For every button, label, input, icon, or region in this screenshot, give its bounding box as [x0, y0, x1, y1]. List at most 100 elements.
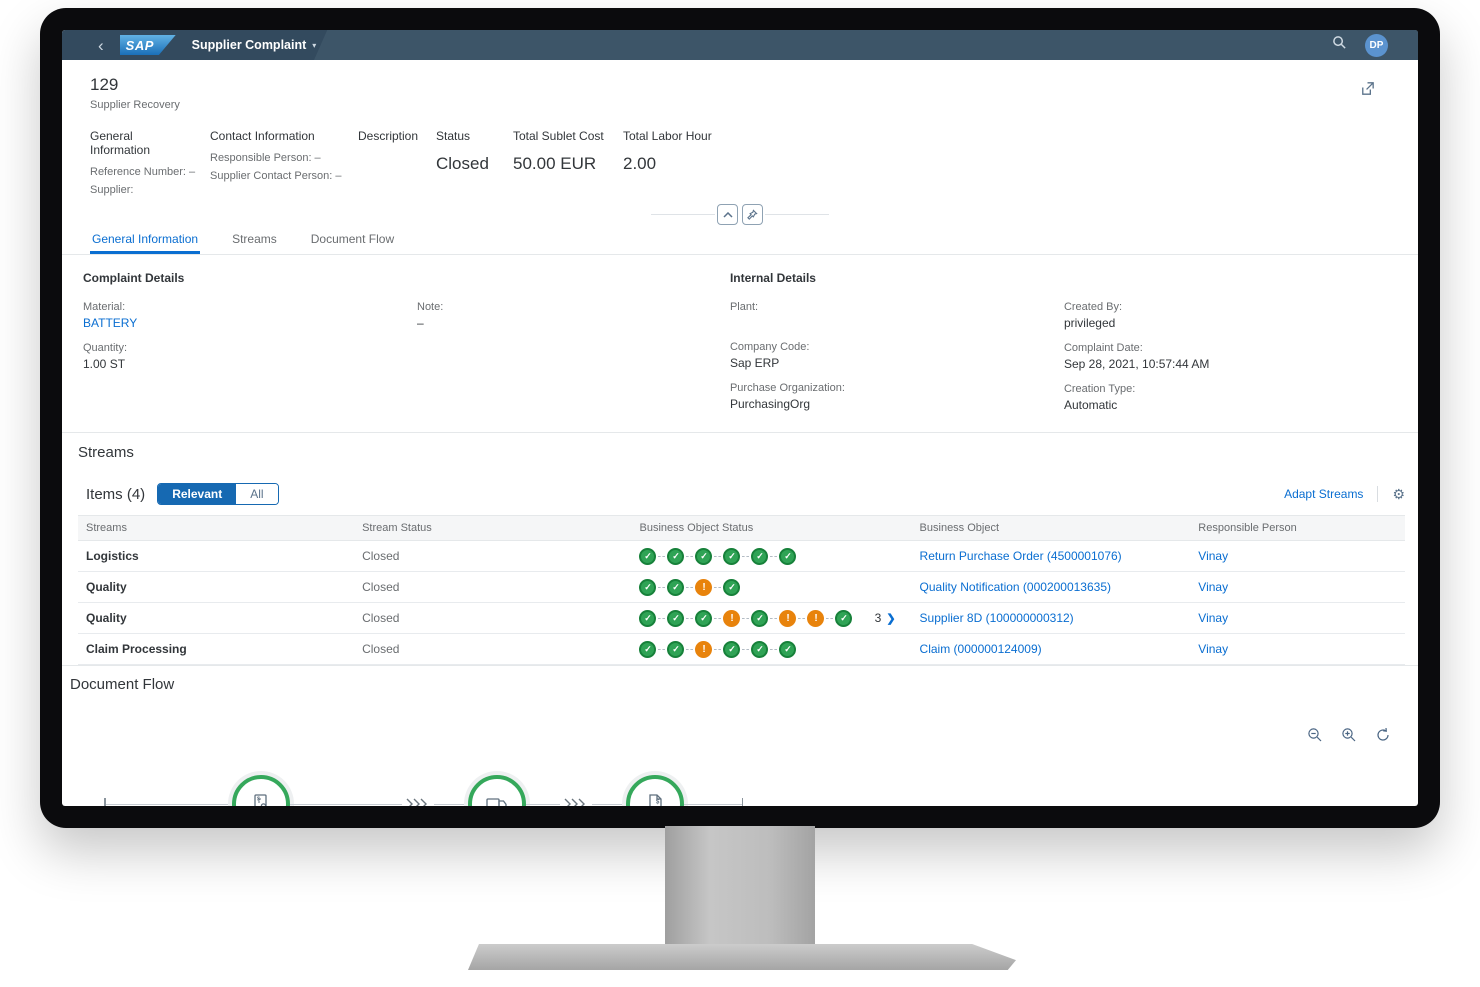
shell-bar: ‹ SAP Supplier Complaint ▾ DP — [62, 30, 1418, 60]
table-header-row: Streams Stream Status Business Object St… — [78, 516, 1405, 541]
chevron-right-icon[interactable]: ❯ — [886, 612, 895, 625]
zoom-in-icon[interactable] — [1341, 727, 1357, 746]
status-ok-icon[interactable]: ✓ — [723, 548, 740, 565]
business-object-link[interactable]: Claim (000000124009) — [920, 642, 1042, 656]
hidden-status-count: 3 — [875, 611, 882, 625]
tab-document-flow[interactable]: Document Flow — [309, 225, 396, 254]
column-header-stream-status[interactable]: Stream Status — [354, 516, 631, 541]
segment-all-button[interactable]: All — [236, 484, 277, 504]
status-ok-icon[interactable]: ✓ — [695, 548, 712, 565]
status-warning-icon[interactable]: ! — [695, 579, 712, 596]
pin-icon[interactable] — [742, 204, 763, 225]
status-ok-icon[interactable]: ✓ — [723, 579, 740, 596]
invoice-icon[interactable]: $ — [626, 775, 684, 806]
table-row: Logistics Closed ✓✓✓✓✓✓ Return Purchase … — [78, 541, 1405, 572]
responsible-person-link[interactable]: Vinay — [1198, 580, 1228, 594]
company-code-field: Company Code: Sap ERP — [730, 341, 1064, 370]
status-ok-icon[interactable]: ✓ — [667, 548, 684, 565]
status-ok-icon[interactable]: ✓ — [639, 579, 656, 596]
svg-text:$: $ — [656, 800, 660, 806]
delivery-truck-icon[interactable] — [468, 775, 526, 806]
status-warning-icon[interactable]: ! — [695, 641, 712, 658]
facet-contact-information: Contact Information Responsible Person: … — [210, 129, 358, 196]
business-object-link[interactable]: Return Purchase Order (4500001076) — [920, 549, 1122, 563]
column-header-business-object-status[interactable]: Business Object Status — [631, 516, 911, 541]
status-chain: ✓ ✓! ✓ ✓ ✓ — [639, 641, 903, 658]
search-icon[interactable] — [1332, 35, 1347, 55]
status-ok-icon[interactable]: ✓ — [751, 548, 768, 565]
status-ok-icon[interactable]: ✓ — [639, 548, 656, 565]
status-ok-icon[interactable]: ✓ — [723, 641, 740, 658]
table-row: Quality Closed ✓✓!✓ Quality Notification… — [78, 572, 1405, 603]
column-header-business-object[interactable]: Business Object — [912, 516, 1191, 541]
monitor-stand-base — [468, 944, 1016, 970]
status-connector — [714, 556, 721, 557]
header-anchor-bar — [62, 204, 1418, 225]
back-icon[interactable]: ‹ — [98, 37, 104, 54]
stream-filter-segmented: Relevant All — [157, 483, 278, 505]
tab-bar: General Information Streams Document Flo… — [62, 225, 1418, 255]
status-warning-icon[interactable]: ! — [779, 610, 796, 627]
status-ok-icon[interactable]: ✓ — [667, 610, 684, 627]
status-connector — [770, 556, 777, 557]
quantity-field: Quantity: 1.00 ST — [83, 342, 417, 371]
tab-general-information[interactable]: General Information — [90, 225, 200, 254]
share-icon[interactable] — [1359, 80, 1376, 100]
business-object-link[interactable]: Quality Notification (000200013635) — [920, 580, 1111, 594]
chevron-down-icon[interactable]: ▾ — [312, 41, 316, 50]
status-ok-icon[interactable]: ✓ — [667, 579, 684, 596]
flow-start-tick — [104, 798, 106, 806]
business-object-link[interactable]: Supplier 8D (100000000312) — [920, 611, 1074, 625]
status-warning-icon[interactable]: ! — [723, 610, 740, 627]
status-connector — [826, 618, 833, 619]
status-connector — [658, 556, 665, 557]
table-row: Claim Processing Closed ✓✓!✓✓✓ Claim (00… — [78, 634, 1405, 665]
flow-arrows-icon — [564, 798, 588, 806]
status-ok-icon[interactable]: ✓ — [751, 641, 768, 658]
status-ok-icon[interactable]: ✓ — [779, 548, 796, 565]
status-ok-icon[interactable]: ✓ — [751, 610, 768, 627]
status-ok-icon[interactable]: ✓ — [779, 641, 796, 658]
status-connector — [686, 618, 693, 619]
responsible-person-link[interactable]: Vinay — [1198, 549, 1228, 563]
responsible-person-link[interactable]: Vinay — [1198, 611, 1228, 625]
column-header-responsible-person[interactable]: Responsible Person — [1190, 516, 1405, 541]
column-header-streams[interactable]: Streams — [78, 516, 354, 541]
status-connector — [742, 556, 749, 557]
zoom-out-icon[interactable] — [1307, 727, 1323, 746]
app-title[interactable]: Supplier Complaint — [192, 38, 307, 52]
avatar[interactable]: DP — [1365, 34, 1388, 57]
status-chain: ✓ ✓! ✓ — [639, 579, 903, 596]
reset-zoom-icon[interactable] — [1375, 727, 1391, 746]
material-link[interactable]: BATTERY — [83, 316, 417, 330]
status-chain: ✓ ✓ ✓! ✓!! ✓ 3 ❯ — [639, 610, 903, 627]
status-warning-icon[interactable]: ! — [807, 610, 824, 627]
status-connector — [714, 587, 721, 588]
toolbar-separator — [1377, 486, 1378, 502]
status-ok-icon[interactable]: ✓ — [695, 610, 712, 627]
complaint-date-field: Complaint Date: Sep 28, 2021, 10:57:44 A… — [1064, 342, 1390, 371]
purchase-organization-field: Purchase Organization: PurchasingOrg — [730, 382, 1064, 411]
settings-gear-icon[interactable]: ⚙ — [1392, 487, 1405, 501]
adapt-streams-link[interactable]: Adapt Streams — [1284, 487, 1363, 501]
general-information-section: Complaint Details Material: BATTERY Quan… — [62, 255, 1418, 432]
table-row: Quality Closed ✓✓✓!✓!!✓3❯ Supplier 8D (1… — [78, 603, 1405, 634]
status-connector — [798, 618, 805, 619]
internal-details-title: Internal Details — [730, 271, 1390, 285]
status-ok-icon[interactable]: ✓ — [639, 641, 656, 658]
collapse-header-icon[interactable] — [717, 204, 738, 225]
streams-section-title: Streams — [78, 444, 1405, 461]
streams-table: Streams Stream Status Business Object St… — [78, 515, 1405, 665]
flow-arrows-icon — [406, 798, 430, 806]
sap-logo[interactable]: SAP — [120, 35, 176, 55]
purchase-order-icon[interactable]: $ — [232, 775, 290, 806]
responsible-person-link[interactable]: Vinay — [1198, 642, 1228, 656]
status-ok-icon[interactable]: ✓ — [639, 610, 656, 627]
screen: ‹ SAP Supplier Complaint ▾ DP 129 Suppli… — [62, 30, 1418, 806]
tab-streams[interactable]: Streams — [230, 225, 279, 254]
status-ok-icon[interactable]: ✓ — [667, 641, 684, 658]
page-subtitle: Supplier Recovery — [90, 99, 1390, 111]
items-count-label: Items (4) — [86, 486, 145, 503]
segment-relevant-button[interactable]: Relevant — [158, 484, 236, 504]
status-ok-icon[interactable]: ✓ — [835, 610, 852, 627]
